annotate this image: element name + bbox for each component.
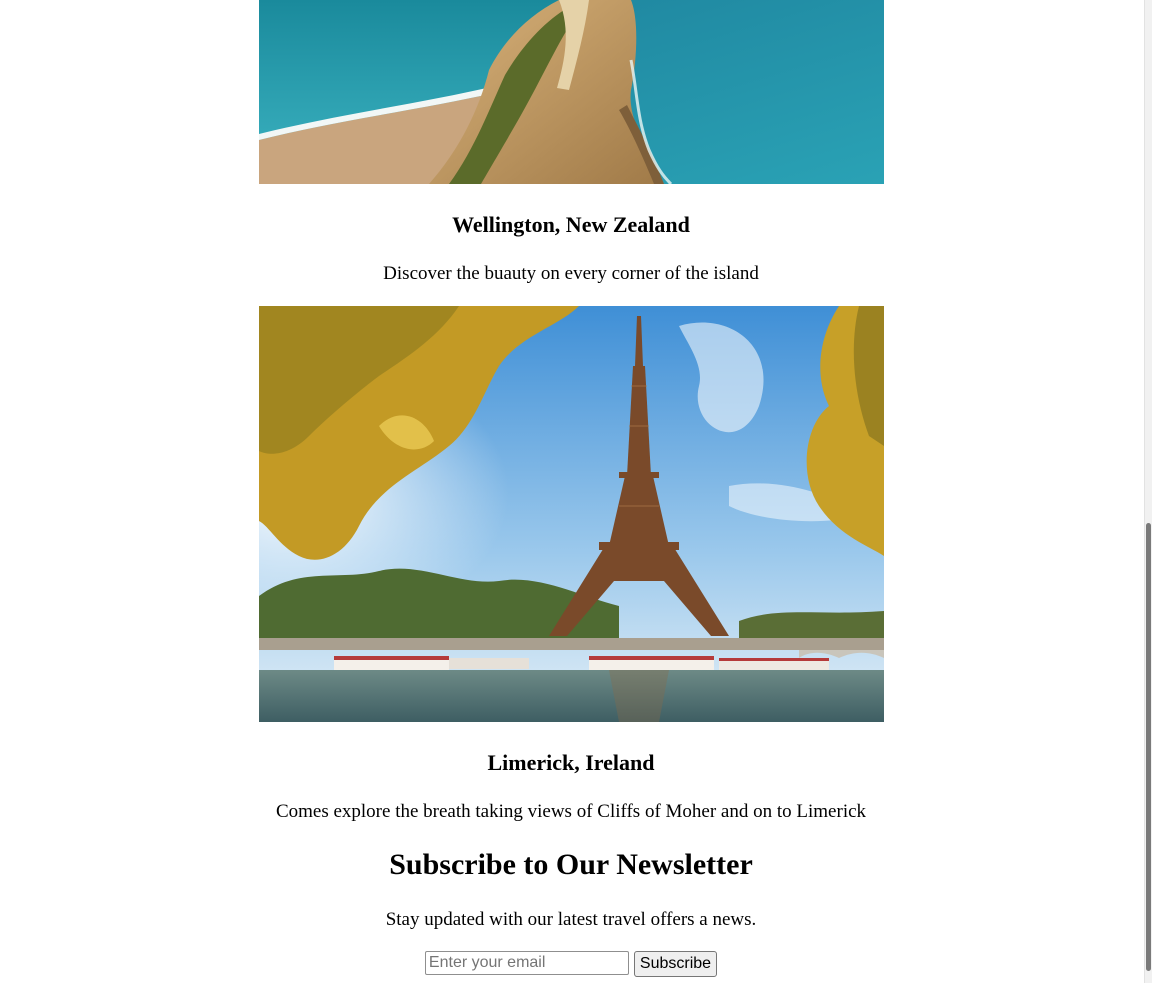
- newsletter-form: Subscribe: [0, 951, 1142, 977]
- page: Wellington, New Zealand Discover the bua…: [0, 0, 1145, 983]
- email-input[interactable]: [424, 951, 629, 975]
- destination-description: Comes explore the breath taking views of…: [275, 801, 867, 822]
- vertical-scrollbar[interactable]: [1144, 0, 1152, 983]
- newsletter-text: Stay updated with our latest travel offe…: [385, 909, 757, 930]
- subscribe-button[interactable]: Subscribe: [633, 951, 718, 977]
- destination-description: Discover the buauty on every corner of t…: [383, 263, 759, 284]
- newsletter-title: Subscribe to Our Newsletter: [389, 848, 753, 881]
- eiffel-tower-image: [259, 306, 884, 722]
- scrollbar-thumb[interactable]: [1146, 523, 1151, 971]
- destination-title: Limerick, Ireland: [487, 750, 655, 775]
- coastal-peninsula-image: [259, 0, 884, 184]
- destination-title: Wellington, New Zealand: [452, 212, 690, 237]
